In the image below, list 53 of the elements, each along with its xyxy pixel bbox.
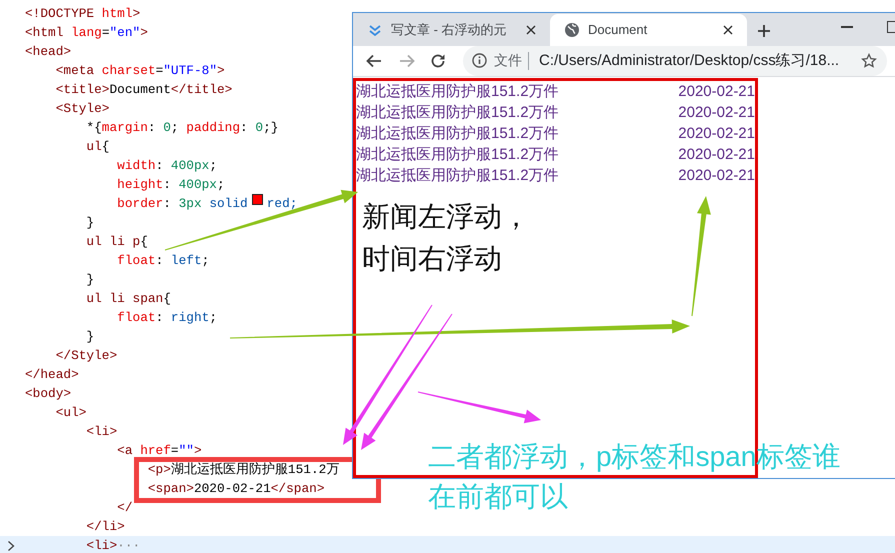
code-line: <li> — [85, 423, 118, 441]
news-title-link[interactable]: 湖北运抵医用防护服151.2万件 — [356, 165, 559, 186]
code-line: </Style> — [54, 347, 118, 365]
news-title-link[interactable]: 湖北运抵医用防护服151.2万件 — [356, 144, 559, 165]
code-line: } — [85, 328, 94, 346]
code-line: ul li p{ — [85, 233, 148, 251]
browser-tab[interactable]: Document — [550, 14, 747, 46]
code-line: } — [85, 214, 94, 232]
code-line: height: 400px; — [116, 176, 225, 194]
code-line: *{margin: 0; padding: 0;} — [85, 119, 278, 137]
code-line: float: left; — [116, 252, 210, 270]
code-line: <body> — [25, 385, 72, 403]
code-line: <!DOCTYPE html> — [25, 5, 140, 23]
address-bar[interactable]: 文件 C:/Users/Administrator/Desktop/css练习/18... — [463, 46, 887, 76]
news-date: 2020-02-21 — [678, 124, 755, 144]
scheme-label: 文件 — [494, 51, 522, 70]
code-line: <li>··· — [85, 537, 140, 553]
code-line: <ul> — [54, 404, 86, 422]
code-text: red; — [266, 195, 298, 213]
code-line: } — [85, 271, 94, 289]
code-line: ul{ — [85, 138, 110, 156]
fold-chevron-icon[interactable] — [7, 540, 15, 552]
close-icon[interactable] — [526, 24, 536, 35]
code-line: <p>湖北运抵医用防护服151.2万 — [146, 461, 340, 479]
code-line: </head> — [25, 366, 79, 384]
news-date: 2020-02-21 — [678, 166, 755, 186]
code-line: </ — [116, 499, 133, 517]
code-line: <title>Document</title> — [54, 81, 232, 99]
annotation-text: 新闻左浮动，时间右浮动 — [362, 200, 531, 276]
news-title-link[interactable]: 湖北运抵医用防护服151.2万件 — [356, 123, 559, 144]
news-title-link[interactable]: 湖北运抵医用防护服151.2万件 — [356, 102, 559, 123]
info-icon[interactable] — [472, 53, 487, 68]
news-date: 2020-02-21 — [678, 103, 755, 123]
code-line: float: right; — [116, 309, 218, 327]
news-date: 2020-02-21 — [678, 145, 755, 165]
code-line: </li> — [85, 518, 125, 536]
bookmark-star-icon[interactable] — [861, 52, 877, 69]
code-line: <html lang="en"> — [25, 24, 148, 42]
color-swatch-icon — [252, 194, 263, 205]
code-line: width: 400px; — [116, 157, 218, 175]
code-line: <head> — [25, 43, 72, 61]
url-text: C:/Users/Administrator/Desktop/css练习/18... — [539, 50, 840, 71]
news-title-link[interactable]: 湖北运抵医用防护服151.2万件 — [356, 81, 559, 102]
code-text: border: 3px solid — [116, 195, 248, 213]
news-date: 2020-02-21 — [678, 82, 755, 102]
globe-icon — [564, 22, 580, 38]
reload-icon[interactable] — [429, 52, 447, 70]
close-icon[interactable] — [723, 24, 733, 35]
code-line: <Style> — [54, 100, 110, 118]
code-line: <meta charset="UTF-8"> — [54, 62, 225, 80]
code-line: <span>2020-02-21</span> — [146, 480, 325, 498]
code-line: ul li span{ — [85, 290, 171, 308]
code-line: <a href=""> — [116, 442, 202, 460]
